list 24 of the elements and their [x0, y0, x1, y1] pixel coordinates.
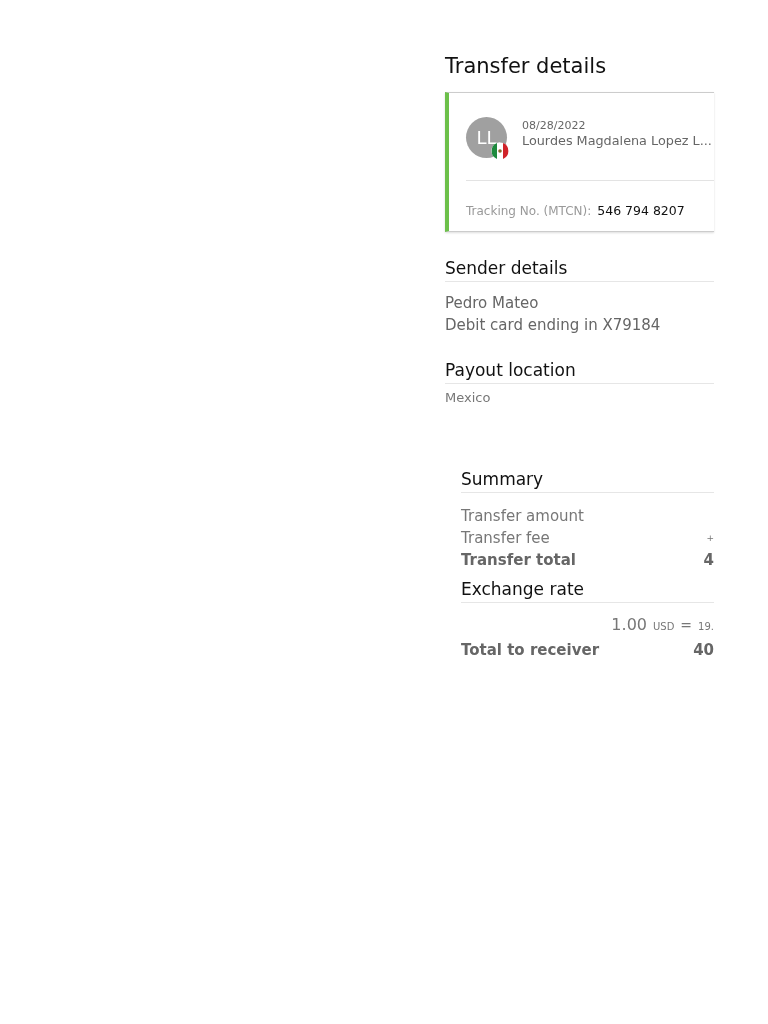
section-heading: Payout location — [445, 358, 714, 384]
summary-label: Transfer amount — [461, 506, 584, 527]
tracking-number: 546 794 8207 — [597, 203, 685, 218]
total-value: 40 — [693, 640, 714, 661]
page-title: Transfer details — [445, 53, 608, 80]
tracking-label: Tracking No. (MTCN): — [466, 204, 592, 218]
recipient-name: Lourdes Magdalena Lopez L... — [522, 133, 712, 148]
rate-currency: USD — [653, 621, 675, 632]
flag-icon — [491, 142, 509, 160]
section-heading: Sender details — [445, 256, 714, 282]
section-heading: Exchange rate — [461, 577, 714, 603]
equals-sign: = — [680, 617, 693, 633]
transfer-date: 08/28/2022 — [522, 119, 587, 132]
total-label: Total to receiver — [461, 640, 600, 661]
summary-value: + — [706, 532, 714, 545]
sender-info: Debit card ending in X79184 — [445, 315, 662, 336]
summary-value: 4 — [703, 550, 714, 571]
section-heading: Summary — [461, 467, 714, 493]
rate-value: 19. — [698, 621, 714, 632]
payout-country: Mexico — [445, 390, 492, 405]
summary-label: Transfer fee — [461, 528, 550, 549]
rate-amount: 1.00 — [611, 615, 647, 634]
summary-label: Transfer total — [461, 550, 576, 571]
sender-info: Pedro Mateo — [445, 293, 540, 314]
